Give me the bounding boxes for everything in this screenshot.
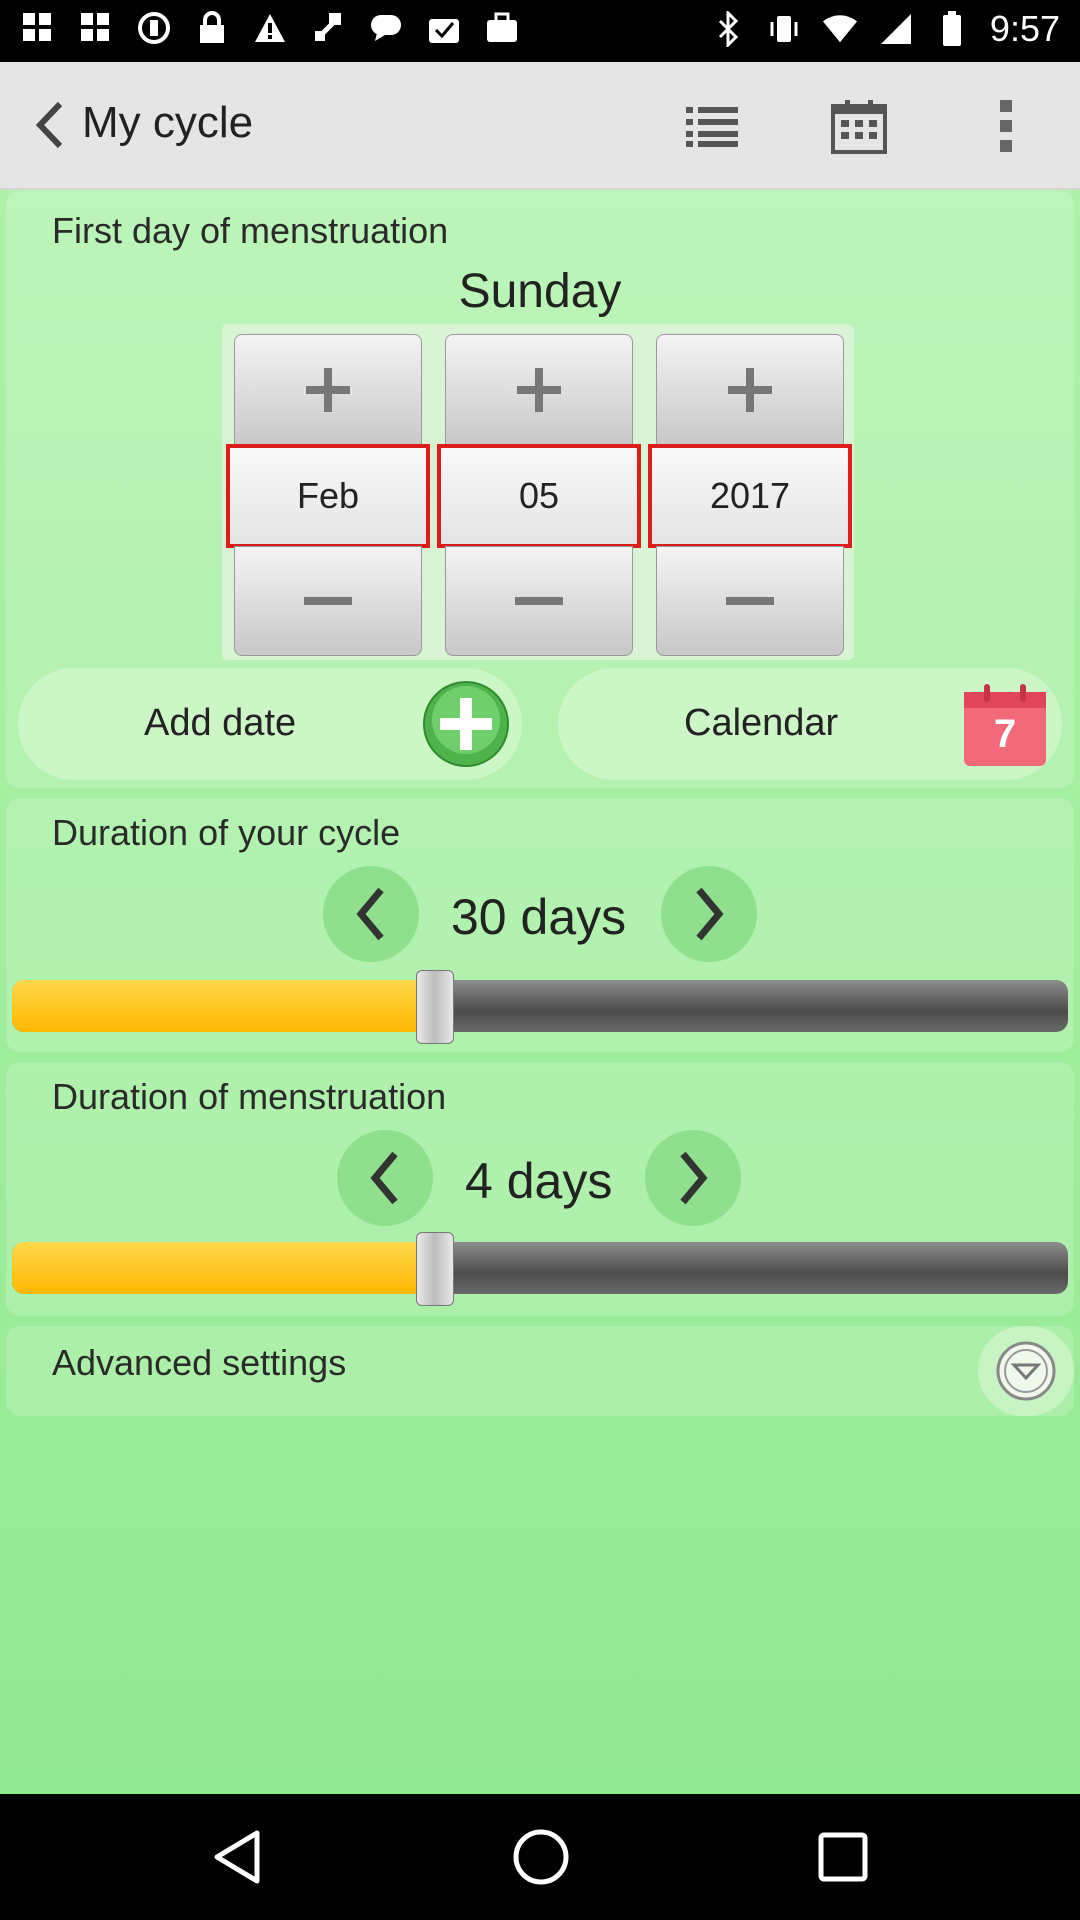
cycle-duration-label: Duration of your cycle (52, 812, 401, 853)
app-bar: My cycle (0, 62, 1080, 192)
weekday-label: Sunday (458, 265, 622, 318)
advanced-settings-label: Advanced settings (52, 1342, 347, 1383)
gps-icon (310, 10, 346, 46)
bluetooth-icon (710, 11, 746, 47)
day-spinner: 05 (437, 334, 641, 656)
system-nav-bar (0, 1794, 1080, 1920)
signal-icon (878, 11, 914, 47)
calendar-date-icon: 7 (962, 682, 1048, 768)
plus-icon (306, 368, 350, 412)
cycle-slider[interactable] (12, 970, 1068, 1044)
menstruation-duration-value: 4 days (465, 1153, 613, 1209)
chevron-left-icon (370, 1151, 398, 1205)
nav-home-icon[interactable] (506, 1822, 576, 1892)
day-decrement-button[interactable] (445, 546, 633, 656)
chevron-right-icon (680, 1151, 708, 1205)
slider-fill (12, 1242, 434, 1294)
cycle-increase-button[interactable] (661, 866, 757, 962)
day-value[interactable]: 05 (437, 444, 641, 548)
vibrate-icon (766, 11, 802, 47)
date-picker: Feb 05 2017 (222, 324, 854, 660)
year-spinner: 2017 (648, 334, 852, 656)
more-vert-icon[interactable] (976, 96, 1036, 156)
slider-thumb[interactable] (416, 970, 454, 1044)
advanced-settings-row[interactable]: Advanced settings (6, 1326, 1074, 1416)
year-decrement-button[interactable] (656, 546, 844, 656)
chevron-right-icon (696, 887, 724, 941)
calendar-label: Calendar (684, 702, 839, 744)
wifi-icon (822, 11, 858, 47)
month-increment-button[interactable] (234, 334, 422, 446)
app-icon (78, 10, 114, 46)
status-time: 9:57 (989, 8, 1060, 49)
day-increment-button[interactable] (445, 334, 633, 446)
menstruation-decrease-button[interactable] (337, 1130, 433, 1226)
chat-icon (368, 10, 404, 46)
app-icon (20, 10, 56, 46)
year-increment-button[interactable] (656, 334, 844, 446)
battery-icon (934, 11, 970, 47)
calendar-icon-number: 7 (993, 712, 1017, 756)
first-day-label: First day of menstruation (52, 210, 449, 251)
status-bar: 9:57 (0, 0, 1080, 62)
nav-recents-icon[interactable] (808, 1822, 878, 1892)
back-arrow-icon[interactable] (30, 100, 70, 150)
calendar-button[interactable]: Calendar 7 (558, 668, 1062, 780)
month-decrement-button[interactable] (234, 546, 422, 656)
chevron-left-icon (356, 887, 384, 941)
add-date-label: Add date (144, 702, 297, 744)
year-value[interactable]: 2017 (648, 444, 852, 548)
menstruation-duration-label: Duration of menstruation (52, 1076, 447, 1117)
minus-icon (304, 597, 352, 605)
warning-icon (252, 10, 288, 46)
list-icon[interactable] (682, 96, 742, 156)
plus-icon (517, 368, 561, 412)
add-date-button[interactable]: Add date (18, 668, 522, 780)
page-title: My cycle (82, 98, 254, 147)
month-spinner: Feb (226, 334, 430, 656)
minus-icon (726, 597, 774, 605)
checklist-icon (426, 10, 462, 46)
calendar-icon[interactable] (829, 96, 889, 156)
cycle-duration-value: 30 days (451, 889, 627, 945)
circle-icon (136, 10, 172, 46)
lock-icon (194, 10, 230, 46)
menstruation-slider[interactable] (12, 1232, 1068, 1306)
slider-fill (12, 980, 434, 1032)
plus-icon (728, 368, 772, 412)
slider-thumb[interactable] (416, 1232, 454, 1306)
briefcase-icon (484, 10, 520, 46)
cycle-decrease-button[interactable] (323, 866, 419, 962)
main-content: First day of menstruation Sunday Feb 05 (0, 190, 1080, 1794)
minus-icon (515, 597, 563, 605)
nav-back-icon[interactable] (202, 1822, 272, 1892)
menstruation-increase-button[interactable] (645, 1130, 741, 1226)
expand-more-icon[interactable] (978, 1326, 1074, 1416)
add-circle-icon (422, 680, 510, 773)
month-value[interactable]: Feb (226, 444, 430, 548)
